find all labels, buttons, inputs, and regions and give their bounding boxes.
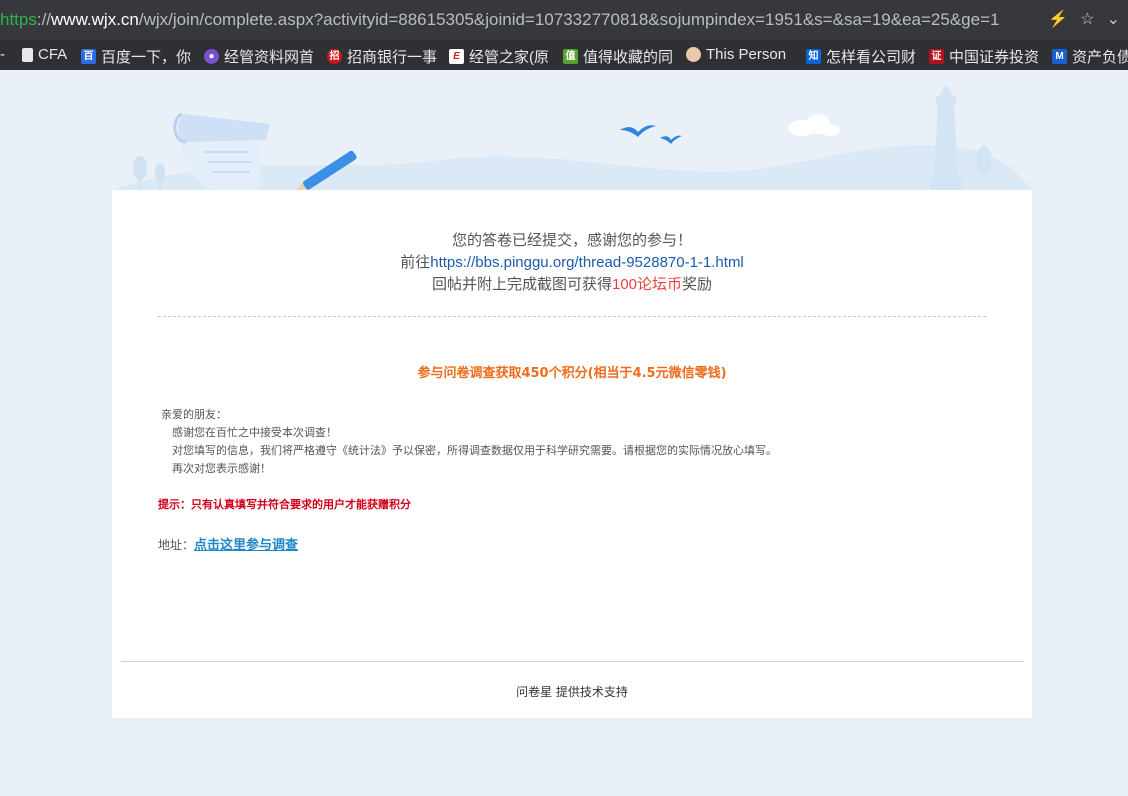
bookmark-zhihu[interactable]: 知 怎样看公司财	[806, 46, 916, 67]
forum-prefix: 前往	[400, 254, 431, 271]
bookmark-this-person[interactable]: This Person	[686, 46, 786, 63]
url-host: www.wjx.cn	[51, 10, 139, 29]
star-icon[interactable]: ☆	[1080, 9, 1094, 29]
bookmark-cmb[interactable]: 招 招商银行一事	[327, 46, 437, 67]
lighthouse-icon	[930, 84, 962, 190]
footer-divider	[121, 661, 1024, 662]
url-path: /wjx/join/complete.aspx?activityid=88615…	[138, 10, 1000, 29]
face-icon	[686, 47, 701, 62]
bookmark-zhide[interactable]: 值 值得收藏的同	[563, 46, 673, 67]
cloud-icon	[788, 114, 840, 136]
url-scheme: https	[0, 10, 37, 29]
lightning-icon[interactable]: ⚡	[1048, 9, 1068, 29]
bookmark-pinggu[interactable]: E 经管之家(原	[449, 46, 549, 67]
promo-headline: 参与问卷调查获取450个积分(相当于4.5元微信零钱)	[417, 366, 727, 381]
cmb-icon: 招	[327, 49, 342, 64]
address-label: 地址：	[158, 538, 195, 552]
promo-tip: 提示：只有认真填写并符合要求的用户才能获赠积分	[158, 498, 411, 511]
bookmark-label: This Person	[706, 46, 787, 63]
completion-message: 您的答卷已经提交，感谢您的参与！ 前往https://bbs.pinggu.or…	[112, 230, 1032, 296]
footer: 问卷星 提供技术支持	[112, 683, 1032, 700]
footer-brand[interactable]: 问卷星	[516, 685, 552, 699]
letter-line: 对您填写的信息，我们将严格遵守《统计法》予以保密，所得调查数据仅用于科学研究需要…	[172, 444, 777, 457]
completion-card: 您的答卷已经提交，感谢您的参与！ 前往https://bbs.pinggu.or…	[112, 190, 1032, 718]
bookmark-label: 怎样看公司财	[826, 49, 917, 66]
bookmark-overflow[interactable]: -	[0, 46, 5, 63]
reward-amount: 100论坛币	[611, 276, 683, 293]
pinggu-icon: E	[449, 49, 464, 64]
dashed-divider	[158, 316, 986, 317]
bookmark-balance-sheet[interactable]: M 资产负债	[1052, 46, 1128, 67]
bookmark-baidu[interactable]: 百 百度一下，你	[81, 46, 191, 67]
submitted-text: 您的答卷已经提交，感谢您的参与！	[451, 232, 692, 249]
zhihu-icon: 知	[806, 49, 821, 64]
bookmark-label: 资产负债	[1072, 49, 1128, 66]
bookmark-label: 百度一下，你	[101, 49, 192, 66]
chevron-down-icon[interactable]: ⌄	[1107, 9, 1120, 29]
survey-address: 地址：点击这里参与调查	[158, 534, 298, 553]
bookmark-label: 经管之家(原	[469, 49, 549, 66]
bird-icon	[620, 125, 682, 144]
reward-suffix: 奖励	[682, 276, 713, 293]
letter-line: 感谢您在百忙之中接受本次调查！	[172, 426, 337, 439]
address-bar[interactable]: https://www.wjx.cn/wjx/join/complete.asp…	[0, 0, 1128, 40]
footer-text: 提供技术支持	[555, 685, 628, 699]
promo-letter: 亲爱的朋友： 感谢您在百忙之中接受本次调查！ 对您填写的信息，我们将严格遵守《统…	[161, 406, 981, 478]
securities-icon: 证	[929, 49, 944, 64]
letter-line: 再次对您表示感谢！	[172, 462, 271, 475]
bookmark-jingguan-ziliao[interactable]: ● 经管资料网首	[204, 46, 314, 67]
bookmark-label: 值得收藏的同	[583, 49, 674, 66]
address-bar-actions: ⚡ ☆ ⌄	[1048, 9, 1120, 29]
reward-text: 回帖并附上完成截图可获得100论坛币奖励	[112, 274, 1032, 296]
reward-prefix: 回帖并附上完成截图可获得	[431, 276, 612, 293]
bookmark-securities[interactable]: 证 中国证券投资	[929, 46, 1039, 67]
forum-thread-link[interactable]: https://bbs.pinggu.org/thread-9528870-1-…	[430, 254, 744, 271]
zhide-icon: 值	[563, 49, 578, 64]
bookmark-label: CFA	[38, 46, 68, 63]
bookmarks-bar: - CFA 百 百度一下，你 ● 经管资料网首 招 招商银行一事 E 经管之家(…	[0, 40, 1128, 70]
bookmark-cfa[interactable]: CFA	[22, 46, 67, 63]
forum-instruction: 前往https://bbs.pinggu.org/thread-9528870-…	[112, 252, 1032, 274]
bookmark-label: 经管资料网首	[224, 49, 315, 66]
header-illustration	[112, 84, 1032, 190]
document-icon	[22, 47, 33, 62]
bookmark-label: 招商银行一事	[347, 49, 438, 66]
baidu-icon: 百	[81, 49, 96, 64]
bookmark-label: 中国证券投资	[949, 49, 1040, 66]
letter-greeting: 亲爱的朋友：	[161, 408, 227, 421]
grapes-icon: ●	[204, 49, 219, 64]
url-separator: ://	[36, 10, 52, 29]
join-survey-link[interactable]: 点击这里参与调查	[194, 538, 298, 553]
m-icon: M	[1052, 49, 1067, 64]
url-text[interactable]: https://www.wjx.cn/wjx/join/complete.asp…	[0, 10, 999, 30]
